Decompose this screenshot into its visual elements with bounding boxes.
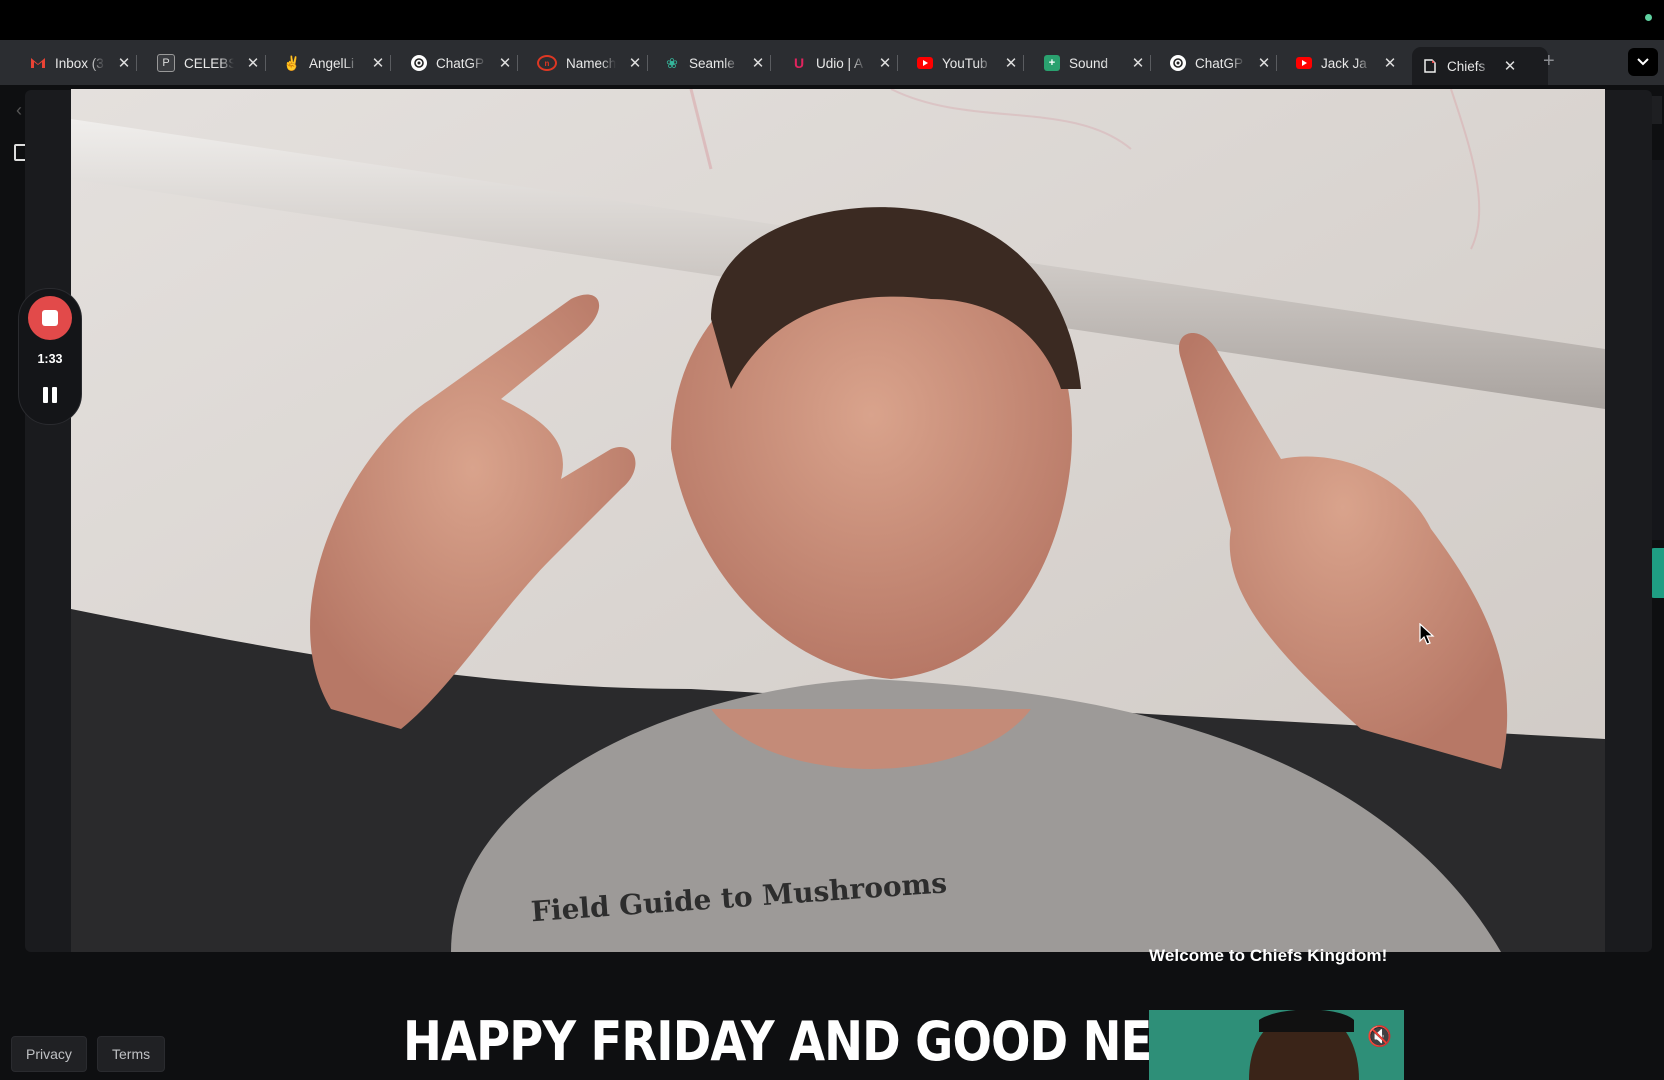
back-arrow-icon[interactable]: ‹ (16, 100, 22, 121)
video-thumbnail[interactable]: 🔇 (1149, 1010, 1404, 1080)
webcam-frame: Field Guide to Mushrooms (71, 89, 1605, 952)
screen-recorder-widget: 1:33 (18, 288, 82, 425)
tab-label: ChatGP (1195, 55, 1244, 71)
udio-icon: U (793, 55, 805, 71)
close-icon[interactable]: ✕ (117, 54, 131, 72)
chevron-down-icon (1637, 58, 1649, 66)
new-tab-button[interactable]: + (1543, 50, 1555, 73)
recording-timer: 1:33 (37, 352, 63, 366)
tab-separator (136, 55, 137, 71)
tab-separator (390, 55, 391, 71)
close-icon[interactable]: ✕ (628, 54, 642, 72)
tab-label: CELEBS (184, 55, 234, 71)
close-icon[interactable]: ✕ (1503, 57, 1517, 75)
youtube-icon (917, 57, 933, 69)
tab-label: Seamle (689, 55, 735, 71)
tab-label: ChatGP (436, 55, 485, 71)
close-icon[interactable]: ✕ (1004, 54, 1018, 72)
close-icon[interactable]: ✕ (878, 54, 892, 72)
tab-label: Jack Ja (1321, 55, 1367, 71)
thumbnail-image (1149, 1010, 1404, 1080)
stop-icon (42, 310, 58, 326)
privacy-link[interactable]: Privacy (11, 1036, 87, 1072)
chatgpt-icon (1170, 55, 1186, 71)
mute-icon[interactable]: 🔇 (1367, 1024, 1392, 1049)
tab-chiefs-active[interactable]: Chiefs ✕ (1412, 47, 1548, 85)
pause-icon (43, 387, 48, 403)
tab-label: YouTub (942, 55, 988, 71)
tab-separator (897, 55, 898, 71)
document-icon (1422, 58, 1438, 74)
welcome-text: Welcome to Chiefs Kingdom! (1149, 946, 1388, 965)
status-dot (1645, 14, 1652, 21)
close-icon[interactable]: ✕ (498, 54, 512, 72)
pause-recording-button[interactable] (40, 385, 60, 405)
youtube-icon (1296, 57, 1312, 69)
close-icon[interactable]: ✕ (1131, 54, 1145, 72)
tab-chatgpt-2[interactable]: ChatGP ✕ (1170, 48, 1277, 78)
close-icon[interactable]: ✕ (246, 54, 260, 72)
close-icon[interactable]: ✕ (371, 54, 385, 72)
tab-separator (770, 55, 771, 71)
tab-separator (517, 55, 518, 71)
close-icon[interactable]: ✕ (1383, 54, 1397, 72)
tab-seamless[interactable]: ❀ Seamle ✕ (664, 48, 771, 78)
tab-separator (1150, 55, 1151, 71)
tab-soundtrap[interactable]: + Sound ✕ (1044, 48, 1151, 78)
tab-label: Udio | A (816, 55, 864, 71)
tab-separator (1023, 55, 1024, 71)
chatgpt-icon (411, 55, 427, 71)
stop-recording-button[interactable] (28, 296, 72, 340)
terms-link[interactable]: Terms (97, 1036, 166, 1072)
close-icon[interactable]: ✕ (1257, 54, 1271, 72)
tab-label: Chiefs (1447, 58, 1486, 74)
tab-label: Namech (566, 55, 616, 71)
tab-udio[interactable]: U Udio | A ✕ (791, 48, 898, 78)
browser-tab-strip: Inbox (3 ✕ P CELEBS ✕ ✌ AngelLi ✕ ChatGP… (0, 40, 1664, 85)
angellist-icon: ✌ (283, 54, 301, 71)
tab-angellist[interactable]: ✌ AngelLi ✕ (283, 48, 391, 78)
right-edge-panel (1650, 160, 1664, 540)
close-icon[interactable]: ✕ (751, 54, 765, 72)
tab-label: Inbox (3 (55, 55, 104, 71)
tab-youtube[interactable]: YouTub ✕ (917, 48, 1024, 78)
tab-search-dropdown[interactable] (1628, 48, 1658, 76)
soundtrap-icon: + (1044, 55, 1060, 71)
tab-namecheap[interactable]: n Namech ✕ (537, 48, 648, 78)
webcam-video[interactable]: Field Guide to Mushrooms (71, 89, 1605, 952)
tab-youtube-jack[interactable]: Jack Ja ✕ (1296, 48, 1397, 78)
celebs-icon: P (157, 54, 175, 72)
tab-separator (647, 55, 648, 71)
tab-separator (265, 55, 266, 71)
tab-label: Sound (1069, 55, 1109, 71)
tab-celebs[interactable]: P CELEBS ✕ (157, 48, 266, 78)
os-top-bar (0, 0, 1664, 40)
seamless-icon: ❀ (666, 54, 678, 71)
tab-gmail[interactable]: Inbox (3 ✕ (30, 48, 137, 78)
namecheap-icon: n (537, 55, 557, 71)
tab-chatgpt[interactable]: ChatGP ✕ (411, 48, 518, 78)
mouse-cursor-icon (1419, 623, 1435, 645)
tab-separator (1276, 55, 1277, 71)
gmail-icon (30, 55, 46, 71)
side-tab[interactable] (1650, 548, 1664, 598)
tab-label: AngelLi (309, 55, 355, 71)
